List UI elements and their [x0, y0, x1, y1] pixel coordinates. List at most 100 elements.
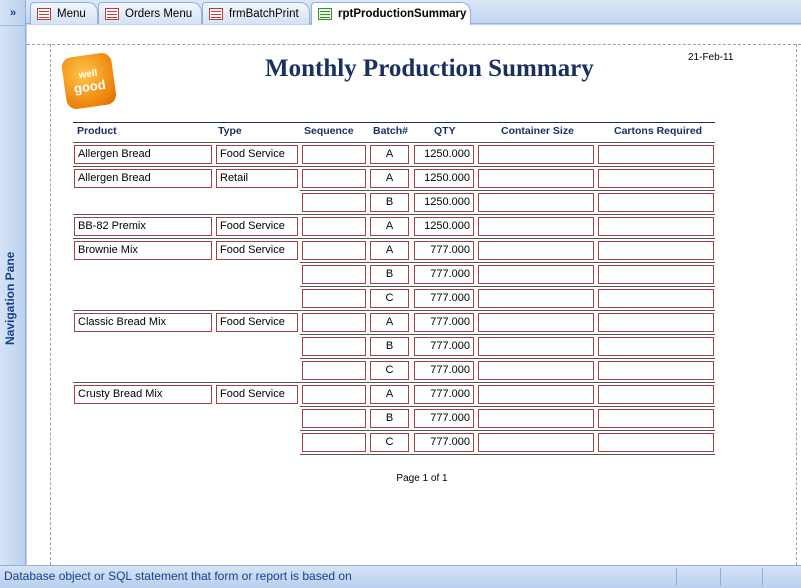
sequence-field[interactable]	[302, 409, 366, 428]
batch-field[interactable]: A	[370, 217, 409, 236]
row-separator	[300, 334, 715, 335]
type-field[interactable]: Food Service	[216, 385, 298, 404]
sequence-field[interactable]	[302, 265, 366, 284]
cartons-required-field[interactable]	[598, 169, 714, 188]
container-size-field[interactable]	[478, 169, 594, 188]
cartons-required-field[interactable]	[598, 313, 714, 332]
qty-field[interactable]: 777.000	[414, 289, 474, 308]
batch-field[interactable]: A	[370, 241, 409, 260]
product-field[interactable]: Crusty Bread Mix	[74, 385, 212, 404]
tab-rptproductionsummary[interactable]: rptProductionSummary	[311, 2, 471, 25]
cartons-required-field[interactable]	[598, 289, 714, 308]
container-size-field[interactable]	[478, 385, 594, 404]
qty-field[interactable]: 1250.000	[414, 193, 474, 212]
cartons-required-field[interactable]	[598, 217, 714, 236]
report-date: 21-Feb-11	[688, 52, 734, 63]
container-size-field[interactable]	[478, 265, 594, 284]
qty-field[interactable]: 777.000	[414, 265, 474, 284]
cartons-required-field[interactable]	[598, 241, 714, 260]
cartons-required-field[interactable]	[598, 145, 714, 164]
product-field[interactable]: Allergen Bread	[74, 145, 212, 164]
batch-field[interactable]: B	[370, 409, 409, 428]
sequence-field[interactable]	[302, 241, 366, 260]
nav-pane-label[interactable]: Navigation Pane	[3, 252, 17, 345]
navigation-pane: » Navigation Pane	[0, 0, 26, 565]
type-field[interactable]: Retail	[216, 169, 298, 188]
row-separator	[300, 454, 715, 455]
qty-field[interactable]: 1250.000	[414, 217, 474, 236]
cartons-required-field[interactable]	[598, 385, 714, 404]
qty-field[interactable]: 1250.000	[414, 145, 474, 164]
cartons-required-field[interactable]	[598, 433, 714, 452]
report-title: Monthly Production Summary	[265, 55, 594, 82]
container-size-field[interactable]	[478, 409, 594, 428]
cartons-required-field[interactable]	[598, 193, 714, 212]
qty-field[interactable]: 777.000	[414, 361, 474, 380]
batch-field[interactable]: B	[370, 265, 409, 284]
batch-field[interactable]: A	[370, 313, 409, 332]
qty-field[interactable]: 1250.000	[414, 169, 474, 188]
tab-menu[interactable]: Menu	[30, 2, 98, 24]
tab-orders-menu[interactable]: Orders Menu	[98, 2, 202, 24]
col-header-batch: Batch#	[373, 125, 409, 137]
sequence-field[interactable]	[302, 289, 366, 308]
document-tab-bar: Menu Orders Menu frmBatchPrint rptProduc…	[26, 0, 801, 25]
batch-field[interactable]: C	[370, 433, 409, 452]
qty-field[interactable]: 777.000	[414, 241, 474, 260]
tab-label: Orders Menu	[125, 7, 193, 20]
sequence-field[interactable]	[302, 337, 366, 356]
product-field[interactable]: Brownie Mix	[74, 241, 212, 260]
page-margin-top	[27, 44, 801, 45]
sequence-field[interactable]	[302, 145, 366, 164]
report-canvas[interactable]: well good Monthly Production Summary 21-…	[27, 25, 801, 565]
qty-field[interactable]: 777.000	[414, 385, 474, 404]
qty-field[interactable]: 777.000	[414, 433, 474, 452]
container-size-field[interactable]	[478, 289, 594, 308]
sequence-field[interactable]	[302, 385, 366, 404]
batch-field[interactable]: B	[370, 337, 409, 356]
container-size-field[interactable]	[478, 217, 594, 236]
tab-label: Menu	[57, 7, 86, 20]
row-separator	[300, 190, 715, 191]
container-size-field[interactable]	[478, 193, 594, 212]
batch-field[interactable]: C	[370, 361, 409, 380]
batch-field[interactable]: C	[370, 289, 409, 308]
container-size-field[interactable]	[478, 361, 594, 380]
sequence-field[interactable]	[302, 169, 366, 188]
col-header-cartons-required: Cartons Required	[614, 125, 703, 137]
batch-field[interactable]: B	[370, 193, 409, 212]
cartons-required-field[interactable]	[598, 361, 714, 380]
type-field[interactable]: Food Service	[216, 313, 298, 332]
sequence-field[interactable]	[302, 361, 366, 380]
batch-field[interactable]: A	[370, 169, 409, 188]
qty-field[interactable]: 777.000	[414, 313, 474, 332]
sequence-field[interactable]	[302, 217, 366, 236]
container-size-field[interactable]	[478, 313, 594, 332]
cartons-required-field[interactable]	[598, 265, 714, 284]
cartons-required-field[interactable]	[598, 409, 714, 428]
batch-field[interactable]: A	[370, 145, 409, 164]
cartons-required-field[interactable]	[598, 337, 714, 356]
type-field[interactable]: Food Service	[216, 145, 298, 164]
tab-frmbatchprint[interactable]: frmBatchPrint	[202, 2, 310, 24]
sequence-field[interactable]	[302, 193, 366, 212]
row-separator	[73, 238, 715, 239]
sequence-field[interactable]	[302, 313, 366, 332]
type-field[interactable]: Food Service	[216, 217, 298, 236]
product-field[interactable]: BB-82 Premix	[74, 217, 212, 236]
container-size-field[interactable]	[478, 433, 594, 452]
qty-field[interactable]: 777.000	[414, 337, 474, 356]
product-field[interactable]: Allergen Bread	[74, 169, 212, 188]
page-number: Page 1 of 1	[396, 473, 448, 484]
col-header-type: Type	[218, 125, 242, 137]
container-size-field[interactable]	[478, 337, 594, 356]
qty-field[interactable]: 777.000	[414, 409, 474, 428]
nav-pane-toggle-button[interactable]: »	[0, 0, 26, 26]
sequence-field[interactable]	[302, 433, 366, 452]
batch-field[interactable]: A	[370, 385, 409, 404]
container-size-field[interactable]	[478, 241, 594, 260]
product-field[interactable]: Classic Bread Mix	[74, 313, 212, 332]
row-separator	[73, 214, 715, 215]
type-field[interactable]: Food Service	[216, 241, 298, 260]
container-size-field[interactable]	[478, 145, 594, 164]
